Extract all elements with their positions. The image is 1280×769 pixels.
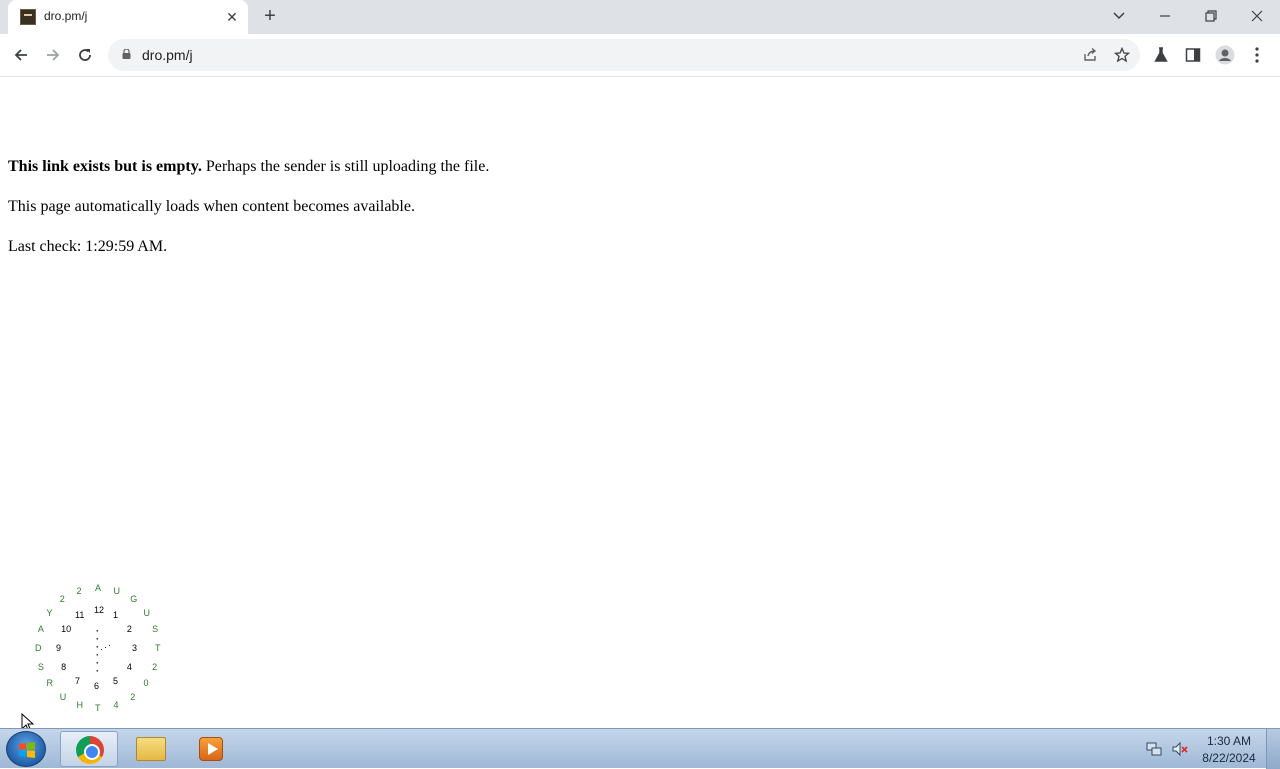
close-window-button[interactable] (1242, 4, 1272, 28)
minimize-button[interactable] (1150, 4, 1180, 28)
last-check-time: 1:29:59 AM. (85, 238, 168, 255)
clock-hand-dot: · (104, 642, 107, 652)
kebab-menu-icon[interactable] (1244, 42, 1270, 68)
back-button[interactable] (6, 40, 36, 70)
clock-number: 6 (94, 681, 100, 691)
clock-ring-letter: 4 (113, 700, 119, 711)
clock-number: 11 (75, 610, 85, 621)
clock-ring-letter: A (95, 583, 102, 593)
clock-number: 2 (126, 624, 132, 634)
favicon-icon (20, 9, 36, 25)
show-desktop-button[interactable] (1266, 729, 1280, 769)
reload-button[interactable] (70, 40, 100, 70)
clock-number: 1 (113, 610, 119, 621)
auto-load-message: This page automatically loads when conte… (8, 198, 415, 215)
forward-arrow-icon (47, 49, 60, 61)
clock-number: 3 (132, 643, 138, 653)
clock-number: 7 (75, 675, 81, 686)
clock-hand-dot: · (100, 644, 103, 654)
tab-close-icon[interactable]: ✕ (222, 7, 242, 27)
last-check-message: Last check: 1:29:59 AM. (8, 238, 167, 256)
profile-icon[interactable] (1212, 42, 1238, 68)
clock-number: 9 (56, 643, 62, 653)
clock-ring-letter: U (143, 607, 151, 618)
media-player-icon (199, 737, 223, 761)
url-text[interactable]: dro.pm/j (142, 47, 193, 63)
clock-ring-letter: T (95, 703, 101, 713)
clock-number: 12 (94, 605, 105, 615)
network-icon[interactable] (1146, 741, 1162, 757)
clock-ring-letter: S (37, 661, 44, 672)
clock-ring-letter: U (59, 691, 67, 702)
restore-button[interactable] (1196, 4, 1226, 28)
clock-ring-letter: U (113, 585, 121, 596)
taskbar-media-player[interactable] (182, 731, 240, 767)
clock-ring-letter: G (130, 594, 138, 605)
taskbar-chrome[interactable] (60, 731, 118, 767)
clock-number: 10 (61, 624, 72, 634)
clock-ring-letter: R (46, 678, 53, 689)
tab-active[interactable]: dro.pm/j ✕ (8, 0, 248, 34)
taskbar: 1:30 AM 8/22/2024 (0, 728, 1280, 769)
tab-search-button[interactable] (1104, 4, 1134, 28)
taskbar-explorer[interactable] (122, 731, 180, 767)
clock-number: 4 (126, 662, 132, 672)
tab-strip: dro.pm/j ✕ + (0, 0, 1280, 34)
clock-widget: 12 1 2 3 4 5 6 7 8 9 10 11 A U G U S T 2 0 2 4 T H U R S D A Y 2 2 · · · · ·… (20, 578, 170, 723)
page-content: This link exists but is empty. Perhaps t… (0, 78, 1280, 728)
reload-icon (79, 49, 91, 61)
new-tab-button[interactable]: + (258, 5, 282, 29)
clock-ring-letter: 2 (130, 691, 136, 702)
clock-ring-letter: D (35, 643, 42, 653)
clock-ring-letter: 2 (76, 585, 82, 596)
restore-icon (1205, 10, 1217, 22)
clock-ring-letter: S (152, 624, 159, 635)
bookmark-star-icon[interactable] (1110, 43, 1134, 67)
clock-hand-dot: · (108, 640, 111, 650)
lock-icon[interactable] (122, 49, 131, 59)
tab-title: dro.pm/j (44, 9, 88, 23)
taskbar-time[interactable]: 1:30 AM (1196, 734, 1262, 748)
clock-number: 8 (61, 662, 67, 672)
empty-link-detail: Perhaps the sender is still uploading th… (201, 158, 490, 175)
volume-muted-icon[interactable] (1172, 741, 1188, 757)
clock-ring-letter: H (76, 700, 83, 711)
clock-ring-letter: T (155, 643, 161, 653)
empty-link-bold: This link exists but is empty. (8, 158, 202, 175)
address-bar[interactable]: dro.pm/j (108, 39, 1140, 71)
windows-logo-icon (19, 742, 35, 758)
flask-icon[interactable] (1148, 42, 1174, 68)
minimize-icon (1160, 15, 1170, 17)
clock-number: 5 (113, 675, 119, 686)
clock-ring-letter: Y (46, 607, 53, 618)
side-panel-icon[interactable] (1180, 42, 1206, 68)
forward-button[interactable] (38, 40, 68, 70)
folder-icon (136, 737, 166, 761)
start-button[interactable] (6, 731, 46, 767)
last-check-label: Last check: (8, 238, 86, 255)
browser-toolbar: dro.pm/j (0, 34, 1280, 77)
clock-ring-letter: 2 (152, 661, 158, 672)
empty-link-message: This link exists but is empty. Perhaps t… (8, 158, 489, 176)
clock-ring-letter: 2 (59, 594, 65, 605)
chrome-icon (76, 736, 104, 764)
clock-ring-letter: 0 (143, 678, 149, 689)
chevron-down-icon (1113, 12, 1125, 20)
back-arrow-icon (14, 49, 27, 61)
share-icon[interactable] (1078, 43, 1102, 67)
clock-hand-dot: · (96, 666, 99, 676)
clock-ring-letter: A (37, 624, 44, 635)
close-icon (1251, 10, 1263, 22)
taskbar-date[interactable]: 8/22/2024 (1196, 751, 1262, 765)
